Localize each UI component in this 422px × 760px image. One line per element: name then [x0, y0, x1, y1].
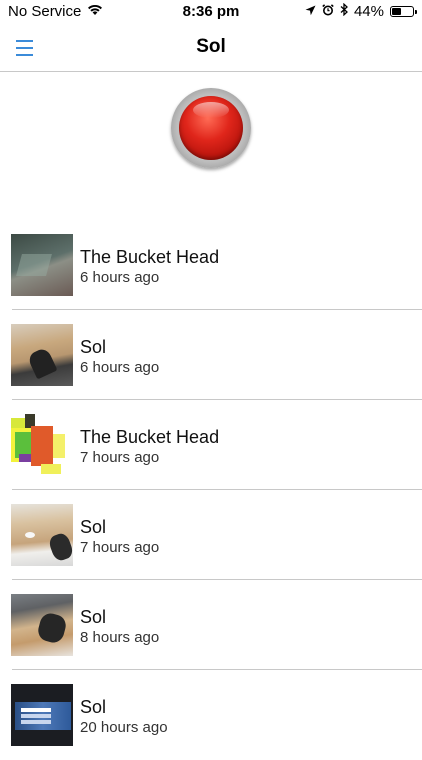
page-title: Sol: [196, 36, 226, 57]
item-timestamp: 20 hours ago: [80, 719, 168, 736]
item-title: The Bucket Head: [80, 427, 220, 447]
item-title: Sol: [80, 517, 107, 537]
item-title: The Bucket Head: [80, 247, 220, 267]
thumbnail-image: [11, 684, 73, 746]
button-highlight: [193, 102, 229, 118]
item-timestamp: 6 hours ago: [80, 359, 160, 376]
battery-label: 44%: [353, 3, 384, 20]
activity-feed: The Bucket Head 6 hours ago Sol 6 hours …: [0, 220, 422, 760]
battery-icon: [390, 6, 417, 17]
item-timestamp: 8 hours ago: [80, 629, 160, 646]
list-item[interactable]: Sol 20 hours ago: [0, 670, 422, 760]
battery-fill: [392, 8, 401, 15]
pixel-block: [11, 418, 25, 428]
status-bar: No Service 8:36 pm 44%: [0, 0, 422, 24]
list-item[interactable]: Sol 8 hours ago: [0, 580, 422, 670]
status-right: 44%: [305, 2, 417, 20]
item-timestamp: 7 hours ago: [80, 539, 160, 556]
item-title: Sol: [80, 697, 107, 717]
item-timestamp: 6 hours ago: [80, 269, 160, 286]
bluetooth-icon: [340, 2, 348, 20]
location-icon: [305, 3, 316, 20]
list-item[interactable]: Sol 7 hours ago: [0, 490, 422, 580]
big-red-button[interactable]: [171, 88, 251, 168]
list-item[interactable]: Sol 6 hours ago: [0, 310, 422, 400]
item-title: Sol: [80, 607, 107, 627]
thumbnail-image: [11, 504, 73, 566]
list-item[interactable]: The Bucket Head 7 hours ago: [0, 400, 422, 490]
thumbnail-image: [11, 414, 73, 476]
pixel-block: [53, 434, 65, 458]
list-item[interactable]: The Bucket Head 6 hours ago: [0, 220, 422, 310]
thumbnail-image: [11, 594, 73, 656]
thumbnail-image: [11, 234, 73, 296]
navigation-bar: Sol: [0, 24, 422, 72]
thumbnail-image: [11, 324, 73, 386]
alarm-icon: [322, 3, 334, 20]
pixel-block: [19, 454, 31, 462]
pixel-block: [31, 426, 53, 466]
item-title: Sol: [80, 337, 107, 357]
pixel-block: [41, 464, 61, 474]
item-timestamp: 7 hours ago: [80, 449, 160, 466]
